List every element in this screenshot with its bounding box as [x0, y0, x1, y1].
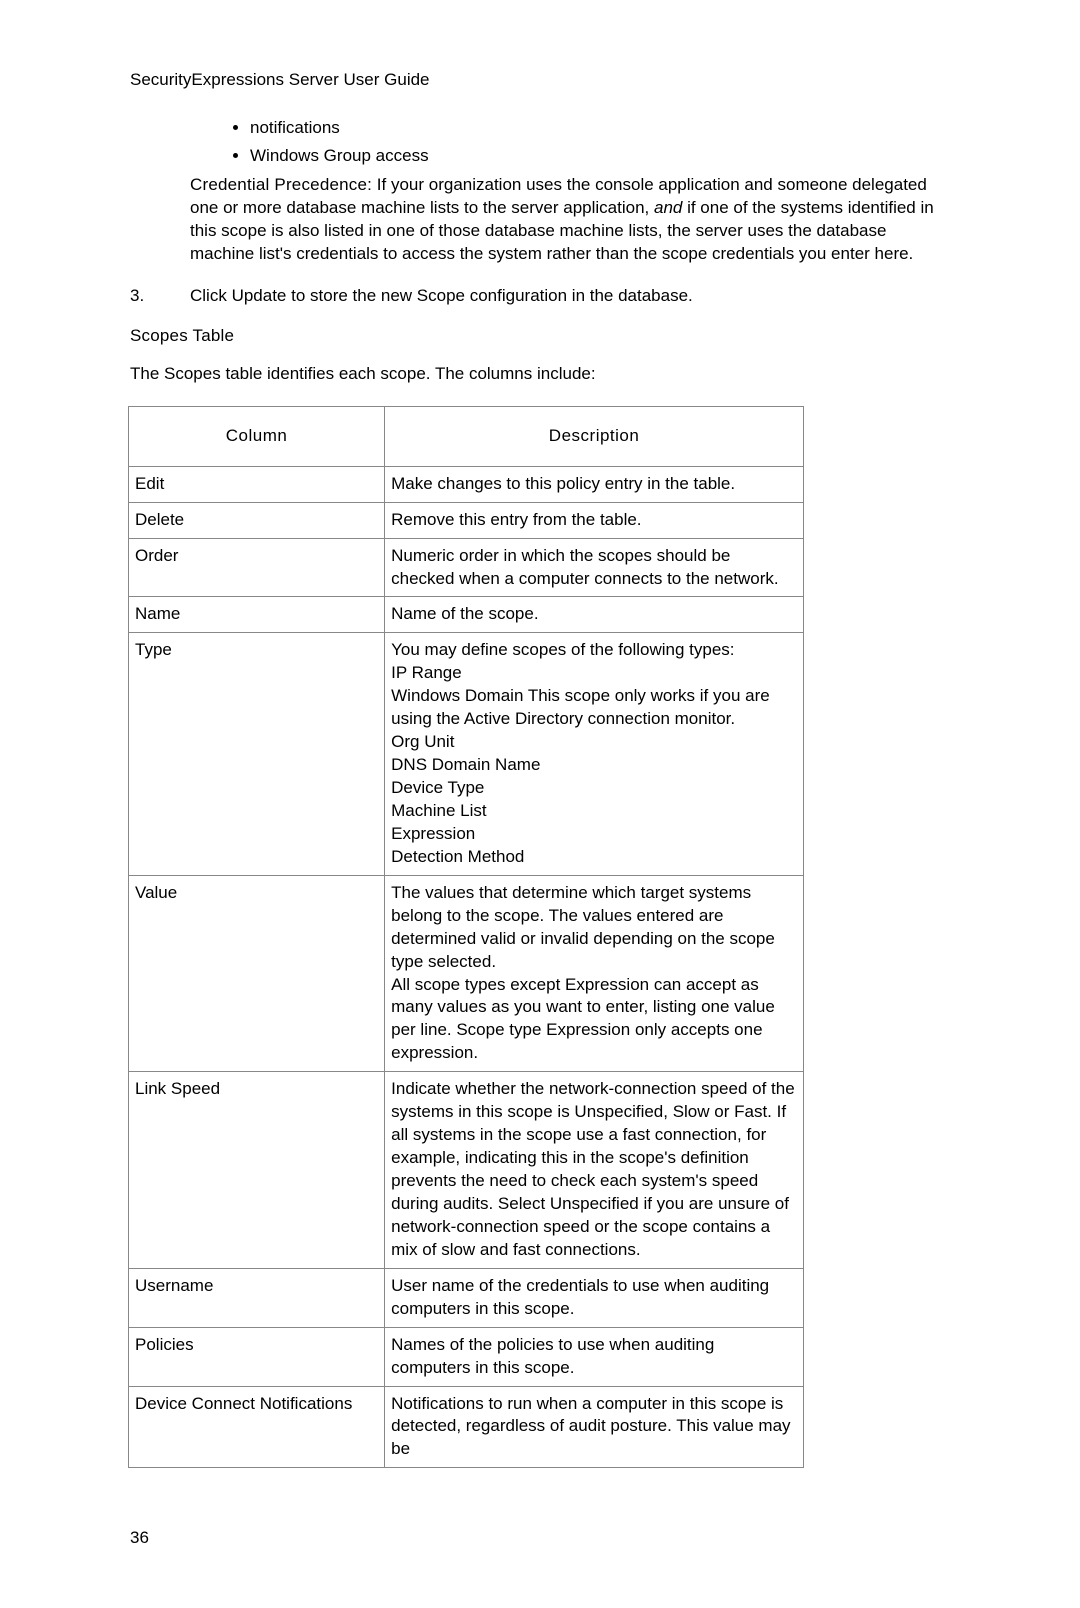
step-3: 3. Click Update to store the new Scope c…	[130, 286, 950, 306]
cell-description: Make changes to this policy entry in the…	[385, 466, 804, 502]
cell-description: Indicate whether the network-connection …	[385, 1072, 804, 1269]
step-text-a: Click	[190, 286, 232, 305]
table-row: PoliciesNames of the policies to use whe…	[129, 1327, 804, 1386]
step-number: 3.	[130, 286, 190, 306]
page-header: SecurityExpressions Server User Guide	[130, 70, 950, 90]
cell-column: Delete	[129, 502, 385, 538]
page-content: SecurityExpressions Server User Guide no…	[0, 0, 1080, 1608]
cell-column: Order	[129, 538, 385, 597]
cell-description: Numeric order in which the scopes should…	[385, 538, 804, 597]
cell-column: Value	[129, 875, 385, 1072]
page-number: 36	[130, 1528, 950, 1548]
cell-column: Link Speed	[129, 1072, 385, 1269]
step-text: Click Update to store the new Scope conf…	[190, 286, 950, 306]
cell-description: The values that determine which target s…	[385, 875, 804, 1072]
table-row: DeleteRemove this entry from the table.	[129, 502, 804, 538]
scopes-table: Column Description EditMake changes to t…	[128, 406, 804, 1469]
cell-description: Remove this entry from the table.	[385, 502, 804, 538]
credential-precedence-paragraph: Credential Precedence: If your organizat…	[190, 174, 950, 266]
th-description: Description	[385, 406, 804, 466]
credential-label: Credential Precedence:	[190, 175, 372, 194]
table-row: TypeYou may define scopes of the followi…	[129, 633, 804, 875]
step-update-word: Update	[232, 286, 287, 305]
table-header-row: Column Description	[129, 406, 804, 466]
table-row: EditMake changes to this policy entry in…	[129, 466, 804, 502]
table-body: EditMake changes to this policy entry in…	[129, 466, 804, 1468]
step-text-b: to store the new Scope configuration in …	[286, 286, 692, 305]
bullet-item: notifications	[250, 118, 950, 138]
table-row: ValueThe values that determine which tar…	[129, 875, 804, 1072]
table-row: Device Connect NotificationsNotification…	[129, 1386, 804, 1468]
table-row: Link SpeedIndicate whether the network-c…	[129, 1072, 804, 1269]
bullet-item: Windows Group access	[250, 146, 950, 166]
cell-description: User name of the credentials to use when…	[385, 1268, 804, 1327]
cell-column: Name	[129, 597, 385, 633]
table-row: NameName of the scope.	[129, 597, 804, 633]
th-column: Column	[129, 406, 385, 466]
cell-column: Type	[129, 633, 385, 875]
bullet-list: notifications Windows Group access	[130, 118, 950, 166]
cell-column: Device Connect Notifications	[129, 1386, 385, 1468]
table-row: UsernameUser name of the credentials to …	[129, 1268, 804, 1327]
cell-description: Name of the scope.	[385, 597, 804, 633]
credential-and: and	[654, 198, 682, 217]
section-heading-scopes-table: Scopes Table	[130, 326, 950, 346]
scopes-intro: The Scopes table identifies each scope. …	[130, 364, 950, 384]
cell-column: Policies	[129, 1327, 385, 1386]
cell-description: Notifications to run when a computer in …	[385, 1386, 804, 1468]
cell-column: Username	[129, 1268, 385, 1327]
cell-column: Edit	[129, 466, 385, 502]
cell-description: Names of the policies to use when auditi…	[385, 1327, 804, 1386]
cell-description: You may define scopes of the following t…	[385, 633, 804, 875]
table-row: OrderNumeric order in which the scopes s…	[129, 538, 804, 597]
